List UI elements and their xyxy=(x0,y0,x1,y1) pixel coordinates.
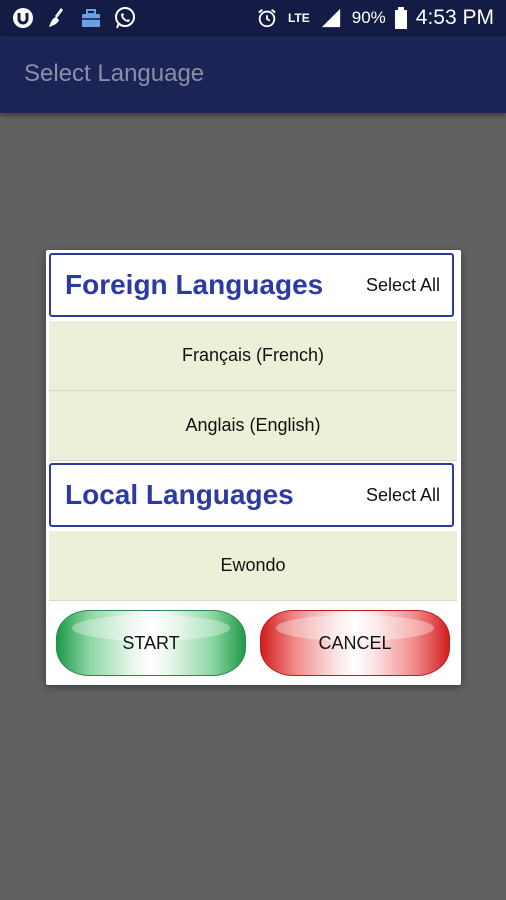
alarm-icon xyxy=(254,6,280,30)
app-bar: Select Language xyxy=(0,36,506,113)
battery-percent: 90% xyxy=(351,8,386,27)
page-title: Select Language xyxy=(24,60,205,87)
signal-icon xyxy=(318,6,344,30)
cancel-button-label: CANCEL xyxy=(318,632,392,653)
lte-icon: LTE xyxy=(287,11,310,25)
broom-icon xyxy=(44,6,70,30)
briefcase-icon xyxy=(78,6,104,30)
whatsapp-icon xyxy=(112,6,138,30)
select-all-foreign-button[interactable]: Select All xyxy=(366,275,440,296)
language-item-ewondo[interactable]: Ewondo xyxy=(49,531,457,601)
status-right-icons: LTE 90% 4:53 PM xyxy=(254,0,494,36)
clock: 4:53 PM xyxy=(415,6,494,29)
status-bar: LTE 90% 4:53 PM xyxy=(0,0,506,36)
battery-icon xyxy=(394,6,408,30)
language-dialog: Foreign Languages Select All Français (F… xyxy=(46,250,461,685)
select-all-local-button[interactable]: Select All xyxy=(366,485,440,506)
app-u-icon xyxy=(10,6,36,30)
section-title: Foreign Languages xyxy=(65,269,324,300)
language-item-french[interactable]: Français (French) xyxy=(49,321,457,391)
section-title: Local Languages xyxy=(65,479,294,510)
start-button[interactable]: START xyxy=(56,610,246,676)
dialog-button-bar: START CANCEL xyxy=(46,602,461,685)
cancel-button[interactable]: CANCEL xyxy=(260,610,450,676)
local-languages-header: Local Languages Select All xyxy=(49,463,454,527)
foreign-languages-header: Foreign Languages Select All xyxy=(49,253,454,317)
language-item-english[interactable]: Anglais (English) xyxy=(49,391,457,461)
start-button-label: START xyxy=(122,632,180,653)
status-left-icons xyxy=(10,5,138,31)
